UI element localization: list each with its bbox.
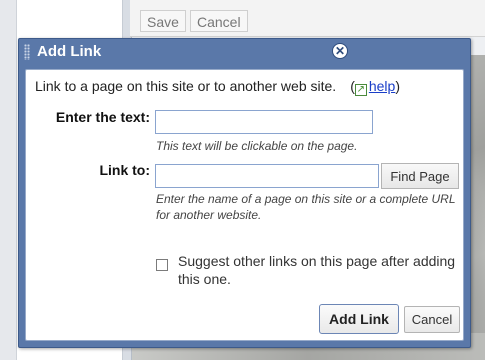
editor-toolbar: Save Cancel — [130, 0, 485, 37]
text-field-label: Enter the text: — [55, 109, 150, 125]
help-paren-close: ) — [395, 78, 400, 94]
link-text-input[interactable] — [155, 110, 373, 134]
dialog-body: Link to a page on this site or to anothe… — [25, 69, 464, 341]
drag-grip-icon[interactable] — [24, 44, 30, 60]
help-group: (↗ help) — [350, 78, 400, 96]
cancel-button[interactable]: Cancel — [404, 306, 460, 333]
intro-text: Link to a page on this site or to anothe… — [35, 78, 400, 96]
intro-message: Link to a page on this site or to anothe… — [35, 78, 337, 94]
add-link-button[interactable]: Add Link — [319, 304, 399, 334]
help-link[interactable]: help — [369, 78, 395, 94]
text-field-hint: This text will be clickable on the page. — [156, 139, 358, 153]
suggest-links-checkbox[interactable] — [156, 259, 168, 271]
dialog-title: Add Link — [37, 43, 102, 60]
editor-left-rail — [0, 0, 17, 360]
help-arrow-icon: ↗ — [354, 84, 367, 96]
find-page-button[interactable]: Find Page — [381, 163, 459, 189]
suggest-links-label: Suggest other links on this page after a… — [178, 253, 456, 287]
dialog-titlebar[interactable]: Add Link ✕ — [19, 39, 470, 65]
save-button[interactable]: Save — [140, 10, 186, 32]
link-field-hint: Enter the name of a page on this site or… — [156, 192, 456, 222]
close-icon[interactable]: ✕ — [332, 43, 348, 59]
add-link-dialog: Add Link ✕ Link to a page on this site o… — [18, 38, 471, 348]
toolbar-cancel-button[interactable]: Cancel — [190, 10, 248, 32]
link-field-label: Link to: — [99, 162, 150, 178]
link-url-input[interactable] — [155, 164, 379, 188]
